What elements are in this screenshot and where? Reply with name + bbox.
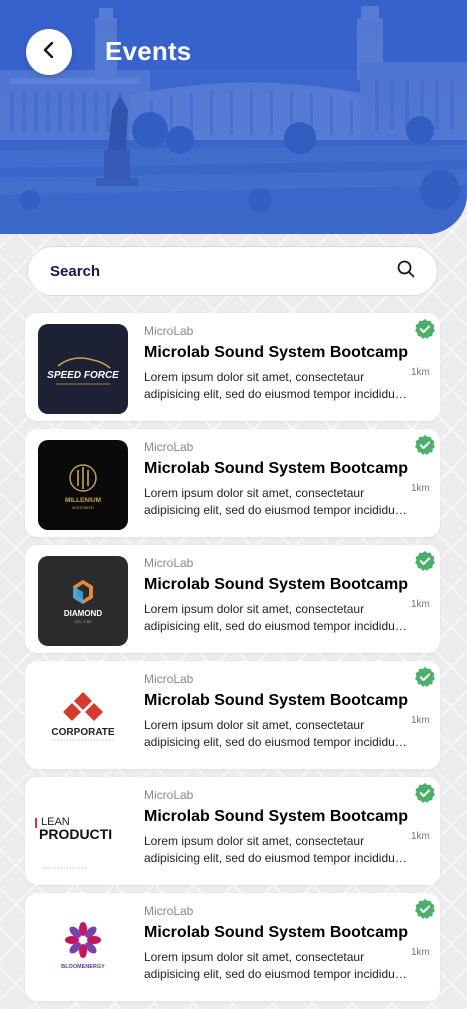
event-organizer: MicroLab <box>144 440 194 454</box>
event-title: Microlab Sound System Bootcamp <box>144 460 409 477</box>
logo-tagline: PRODUCTI <box>39 826 112 842</box>
event-distance: 1km <box>411 715 430 726</box>
event-title: Microlab Sound System Bootcamp <box>144 692 409 709</box>
event-title: Microlab Sound System Bootcamp <box>144 344 409 361</box>
search-bar[interactable]: Search <box>27 246 438 296</box>
event-card[interactable]: BLOOMENERGY MicroLab Microlab Sound Syst… <box>25 893 440 1001</box>
chevron-left-icon <box>39 40 59 65</box>
header-tint <box>0 0 467 234</box>
back-button[interactable] <box>26 29 72 75</box>
event-organizer: MicroLab <box>144 904 194 918</box>
event-distance: 1km <box>411 599 430 610</box>
search-input[interactable]: Search <box>50 263 397 280</box>
event-card[interactable]: SPEED FORCE MicroLab Microlab Sound Syst… <box>25 313 440 421</box>
verified-badge-icon <box>415 319 435 339</box>
event-distance: 1km <box>411 947 430 958</box>
event-description: Lorem ipsum dolor sit amet, consectetaur… <box>144 602 405 633</box>
event-logo: DIAMOND CO., LTD <box>38 556 128 646</box>
logo-name: SPEED FORCE <box>47 370 119 381</box>
logo-tagline: INVESTMENT <box>72 506 95 510</box>
event-distance: 1km <box>411 483 430 494</box>
verified-badge-icon <box>415 899 435 919</box>
event-logo: LEAN PRODUCTI <box>27 788 117 878</box>
verified-badge-icon <box>415 435 435 455</box>
logo-name: DIAMOND <box>64 609 102 618</box>
event-description: Lorem ipsum dolor sit amet, consectetaur… <box>144 486 405 517</box>
verified-badge-icon <box>415 551 435 571</box>
event-logo: MILLENIUM INVESTMENT <box>38 440 128 530</box>
verified-badge-icon <box>415 783 435 803</box>
event-card[interactable]: MILLENIUM INVESTMENT MicroLab Microlab S… <box>25 429 440 537</box>
event-organizer: MicroLab <box>144 788 194 802</box>
header-banner <box>0 0 467 234</box>
event-distance: 1km <box>411 831 430 842</box>
page-title: Events <box>105 36 192 66</box>
event-title: Microlab Sound System Bootcamp <box>144 576 409 593</box>
event-description: Lorem ipsum dolor sit amet, consectetaur… <box>144 370 405 401</box>
event-title: Microlab Sound System Bootcamp <box>144 808 409 825</box>
search-icon[interactable] <box>397 260 415 283</box>
event-organizer: MicroLab <box>144 324 194 338</box>
event-organizer: MicroLab <box>144 672 194 686</box>
logo-tagline: CO., LTD <box>75 619 92 624</box>
logo-name: BLOOMENERGY <box>61 964 105 970</box>
event-description: Lorem ipsum dolor sit amet, consectetaur… <box>144 834 405 865</box>
event-title: Microlab Sound System Bootcamp <box>144 924 409 941</box>
event-description: Lorem ipsum dolor sit amet, consectetaur… <box>144 718 405 749</box>
logo-name: MILLENIUM <box>65 497 101 504</box>
logo-name: CORPORATE <box>51 727 114 738</box>
event-description: Lorem ipsum dolor sit amet, consectetaur… <box>144 950 405 981</box>
event-card[interactable]: LEAN PRODUCTI MicroLab Microlab Sound Sy… <box>25 777 440 885</box>
event-card[interactable]: CORPORATE MicroLab Microlab Sound System… <box>25 661 440 769</box>
event-organizer: MicroLab <box>144 556 194 570</box>
verified-badge-icon <box>415 667 435 687</box>
event-logo: BLOOMENERGY <box>38 904 128 994</box>
event-card[interactable]: DIAMOND CO., LTD MicroLab Microlab Sound… <box>25 545 440 653</box>
event-logo: SPEED FORCE <box>38 324 128 414</box>
event-logo: CORPORATE <box>38 672 128 762</box>
event-distance: 1km <box>411 367 430 378</box>
